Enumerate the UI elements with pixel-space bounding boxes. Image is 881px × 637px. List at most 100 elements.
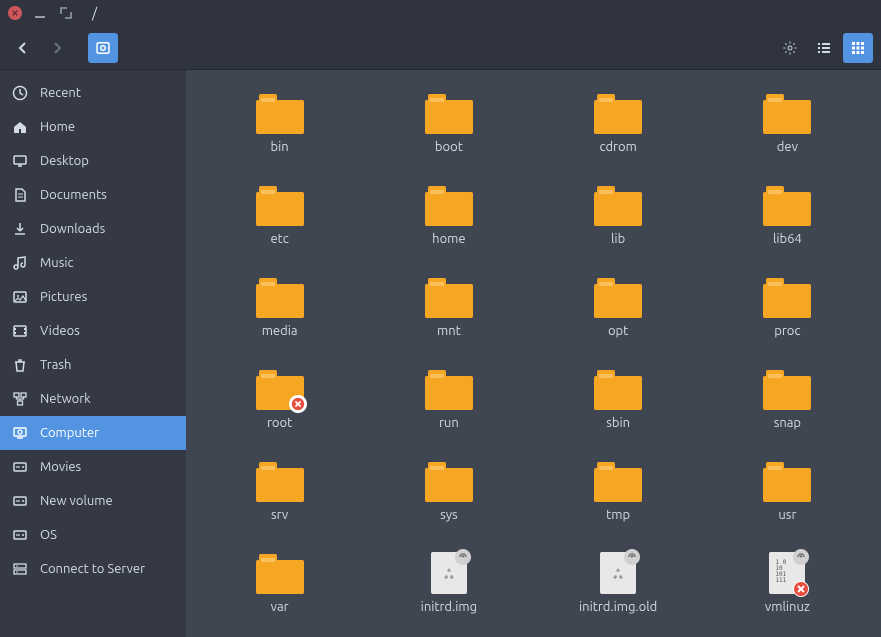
folder-icon [256, 92, 304, 134]
folder-icon [763, 368, 811, 410]
file-label: lib [611, 232, 625, 246]
file-item[interactable]: proc [718, 272, 857, 342]
folder-icon [594, 184, 642, 226]
sidebar-item-label: Videos [40, 324, 80, 338]
file-item[interactable]: mnt [379, 272, 518, 342]
file-label: initrd.img.old [579, 600, 657, 614]
sidebar-item-desktop[interactable]: Desktop [0, 144, 186, 178]
file-item[interactable]: initrd.img.old [549, 548, 688, 618]
sidebar-item-label: Trash [40, 358, 71, 372]
sidebar-item-downloads[interactable]: Downloads [0, 212, 186, 246]
window-maximize-button[interactable] [58, 5, 74, 21]
file-label: home [432, 232, 465, 246]
sidebar-item-os[interactable]: OS [0, 518, 186, 552]
network-icon [12, 391, 28, 407]
sidebar-item-pictures[interactable]: Pictures [0, 280, 186, 314]
sidebar-item-label: Music [40, 256, 74, 270]
symlink-emblem-icon [455, 549, 471, 565]
sidebar-item-label: Recent [40, 86, 81, 100]
download-icon [12, 221, 28, 237]
file-item[interactable]: 1 010101111vmlinuz [718, 548, 857, 618]
file-item[interactable]: initrd.img [379, 548, 518, 618]
sidebar-item-videos[interactable]: Videos [0, 314, 186, 348]
file-item[interactable]: lib [549, 180, 688, 250]
sidebar-item-network[interactable]: Network [0, 382, 186, 416]
file-label: mnt [437, 324, 461, 338]
folder-icon [763, 460, 811, 502]
folder-icon [425, 184, 473, 226]
sidebar-item-label: Downloads [40, 222, 105, 236]
file-item[interactable]: media [210, 272, 349, 342]
file-item[interactable]: usr [718, 456, 857, 526]
folder-icon [594, 368, 642, 410]
pathbar-root-button[interactable] [88, 33, 118, 63]
file-label: dev [777, 140, 798, 154]
window-minimize-button[interactable] [32, 5, 48, 21]
file-label: bin [271, 140, 289, 154]
sidebar-item-computer[interactable]: Computer [0, 416, 186, 450]
file-item[interactable]: cdrom [549, 88, 688, 158]
file-label: initrd.img [421, 600, 477, 614]
denied-emblem-icon [793, 581, 809, 597]
symlink-emblem-icon [793, 549, 809, 565]
file-label: opt [608, 324, 628, 338]
file-icon: 1 010101111 [763, 552, 811, 594]
file-label: lib64 [773, 232, 802, 246]
sidebar-item-home[interactable]: Home [0, 110, 186, 144]
home-icon [12, 119, 28, 135]
sidebar-item-movies[interactable]: Movies [0, 450, 186, 484]
grid-view-button[interactable] [843, 33, 873, 63]
folder-icon [256, 276, 304, 318]
sidebar-item-trash[interactable]: Trash [0, 348, 186, 382]
file-label: run [439, 416, 459, 430]
file-label: srv [271, 508, 288, 522]
sidebar-item-connect-to-server[interactable]: Connect to Server [0, 552, 186, 586]
denied-emblem-icon [289, 395, 307, 413]
sidebar-item-label: Home [40, 120, 75, 134]
sidebar-item-label: Documents [40, 188, 107, 202]
clock-icon [12, 85, 28, 101]
drive-icon [12, 459, 28, 475]
forward-button[interactable] [42, 33, 72, 63]
file-item[interactable]: etc [210, 180, 349, 250]
file-label: cdrom [599, 140, 636, 154]
sidebar-item-music[interactable]: Music [0, 246, 186, 280]
file-item[interactable]: opt [549, 272, 688, 342]
file-item[interactable]: snap [718, 364, 857, 434]
sidebar-item-recent[interactable]: Recent [0, 76, 186, 110]
location-button[interactable] [775, 33, 805, 63]
folder-icon [256, 368, 304, 410]
sidebar-item-documents[interactable]: Documents [0, 178, 186, 212]
file-item[interactable]: home [379, 180, 518, 250]
folder-icon [256, 460, 304, 502]
file-item[interactable]: sys [379, 456, 518, 526]
window-close-button[interactable] [8, 6, 22, 20]
file-item[interactable]: srv [210, 456, 349, 526]
folder-icon [425, 92, 473, 134]
sidebar-item-label: Connect to Server [40, 562, 145, 576]
file-label: var [271, 600, 289, 614]
folder-icon [594, 276, 642, 318]
titlebar: / [0, 0, 881, 26]
file-item[interactable]: sbin [549, 364, 688, 434]
file-item[interactable]: run [379, 364, 518, 434]
file-item[interactable]: dev [718, 88, 857, 158]
file-label: sbin [606, 416, 630, 430]
file-item[interactable]: tmp [549, 456, 688, 526]
recycle-symbol-icon [610, 566, 626, 582]
back-button[interactable] [8, 33, 38, 63]
file-item[interactable]: lib64 [718, 180, 857, 250]
folder-icon [256, 552, 304, 594]
list-view-button[interactable] [809, 33, 839, 63]
server-icon [12, 561, 28, 577]
folder-icon [425, 368, 473, 410]
file-item[interactable]: bin [210, 88, 349, 158]
recycle-symbol-icon [441, 566, 457, 582]
file-item[interactable]: var [210, 548, 349, 618]
file-item[interactable]: root [210, 364, 349, 434]
sidebar-item-new-volume[interactable]: New volume [0, 484, 186, 518]
folder-icon [594, 92, 642, 134]
file-item[interactable]: boot [379, 88, 518, 158]
sidebar-item-label: Pictures [40, 290, 87, 304]
file-label: media [262, 324, 298, 338]
